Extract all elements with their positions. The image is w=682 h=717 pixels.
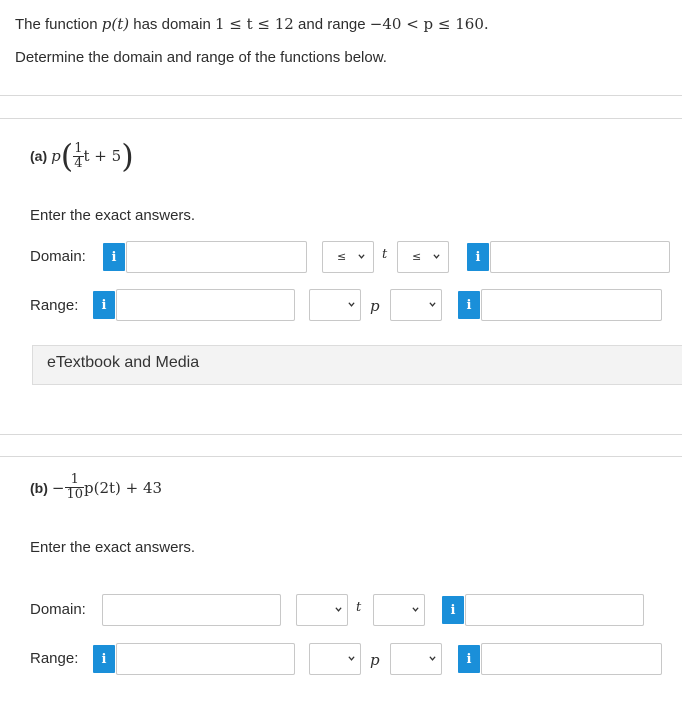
domain-upper-input[interactable] <box>490 241 670 273</box>
chevron-down-icon <box>348 656 355 661</box>
fraction: 1 10 <box>65 472 85 502</box>
domain-upper-select[interactable] <box>373 594 425 626</box>
part-b-expression: (b) − 1 10 p(2t) + 43 <box>30 473 162 502</box>
paren-open: ( <box>60 137 74 175</box>
info-icon[interactable]: i <box>467 243 489 271</box>
intro-text: has domain <box>133 16 211 33</box>
info-icon[interactable]: i <box>442 596 464 624</box>
range-lower-select[interactable] <box>309 289 361 321</box>
intro-line-2: Determine the domain and range of the fu… <box>15 49 387 66</box>
range-upper-select[interactable] <box>390 643 442 675</box>
instructions: Enter the exact answers. <box>30 539 196 556</box>
chevron-down-icon <box>429 656 436 661</box>
range-label: Range: <box>30 297 79 314</box>
info-icon[interactable]: i <box>103 243 125 271</box>
divider <box>0 95 682 96</box>
info-icon[interactable]: i <box>93 645 115 673</box>
domain-lower-input[interactable] <box>126 241 307 273</box>
range-lower-input[interactable] <box>116 643 295 675</box>
domain-expression: 1 ≤ t ≤ 12 <box>214 15 294 33</box>
fraction-numerator: 1 <box>74 140 83 156</box>
range-upper-select[interactable] <box>390 289 442 321</box>
domain-label: Domain: <box>30 248 86 265</box>
chevron-down-icon <box>433 254 440 259</box>
info-icon[interactable]: i <box>93 291 115 319</box>
domain-lower-input[interactable] <box>102 594 281 626</box>
expr-tail: p(2t) + 43 <box>84 478 163 497</box>
chevron-down-icon <box>412 607 419 612</box>
variable-t: t <box>382 247 388 262</box>
paren-close: ) <box>121 137 134 175</box>
chevron-down-icon <box>335 607 342 612</box>
variable-t: t <box>356 600 362 615</box>
fraction-denominator: 10 <box>65 487 85 502</box>
fraction: 1 4 <box>73 140 84 171</box>
function-name: p(t) <box>101 15 130 33</box>
intro-text: and range <box>298 16 366 33</box>
range-label: Range: <box>30 650 79 667</box>
chevron-down-icon <box>429 302 436 307</box>
chevron-down-icon <box>358 254 365 259</box>
domain-lower-select[interactable] <box>296 594 348 626</box>
variable-p: p <box>370 297 380 315</box>
part-b-label: (b) <box>30 479 48 496</box>
info-icon[interactable]: i <box>458 645 480 673</box>
part-a-label: (a) <box>30 148 48 164</box>
expr-func: p <box>51 147 61 165</box>
domain-label: Domain: <box>30 601 86 618</box>
domain-upper-select[interactable]: ≤ <box>397 241 449 273</box>
select-value: ≤ <box>412 250 422 263</box>
range-upper-input[interactable] <box>481 289 662 321</box>
domain-upper-input[interactable] <box>465 594 644 626</box>
range-lower-input[interactable] <box>116 289 295 321</box>
variable-p: p <box>370 651 380 669</box>
intro-text: The function <box>15 16 98 33</box>
select-value: ≤ <box>337 250 347 263</box>
range-expression: −40 < p ≤ 160. <box>369 15 489 33</box>
info-icon[interactable]: i <box>458 291 480 319</box>
range-upper-input[interactable] <box>481 643 662 675</box>
instructions: Enter the exact answers. <box>30 207 196 224</box>
minus-sign: − <box>51 478 65 497</box>
fraction-numerator: 1 <box>70 472 79 487</box>
fraction-denominator: 4 <box>73 155 84 171</box>
expr-tail: t + 5 <box>83 147 122 165</box>
part-a-expression: (a) p ( 1 4 t + 5 ) <box>30 140 134 172</box>
etextbook-media-button[interactable]: eTextbook and Media <box>32 345 682 385</box>
chevron-down-icon <box>348 302 355 307</box>
range-lower-select[interactable] <box>309 643 361 675</box>
intro-line-1: The function p(t) has domain 1 ≤ t ≤ 12 … <box>15 15 489 33</box>
domain-lower-select[interactable]: ≤ <box>322 241 374 273</box>
